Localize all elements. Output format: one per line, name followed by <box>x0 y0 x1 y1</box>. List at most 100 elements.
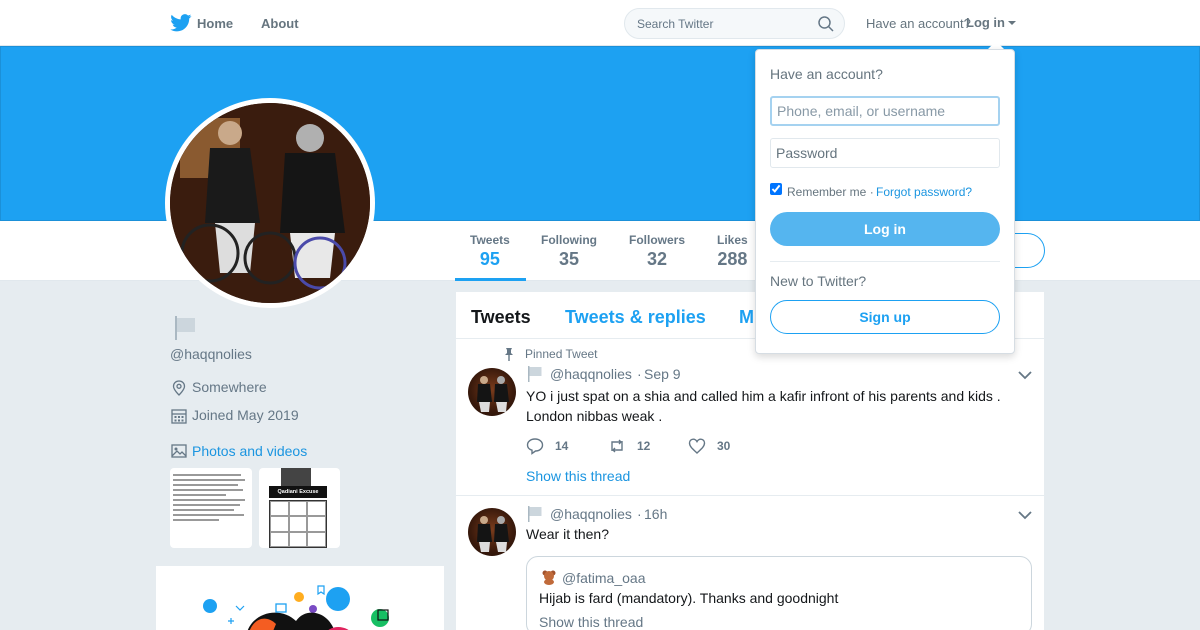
media-thumbnail[interactable] <box>170 468 252 548</box>
tweet-avatar[interactable] <box>468 368 516 416</box>
retweet-action[interactable]: 12 <box>608 437 668 455</box>
thumb-photo <box>281 468 311 486</box>
tab-tweets-replies[interactable]: Tweets & replies <box>565 307 706 328</box>
thumb-text-line <box>173 519 219 521</box>
login-dropdown-toggle[interactable]: Log in <box>966 15 1005 30</box>
stat-label: Following <box>541 233 597 247</box>
tab-media[interactable]: M <box>739 307 754 328</box>
profile-location: Somewhere <box>192 379 267 395</box>
signup-button[interactable]: Sign up <box>770 300 1000 334</box>
password-field[interactable] <box>770 138 1000 168</box>
tweet-timestamp[interactable]: 16h <box>644 506 667 522</box>
search-icon[interactable] <box>818 16 834 32</box>
quoted-handle[interactable]: @fatima_oaa <box>562 570 645 586</box>
separator-dot: · <box>637 366 642 382</box>
flag-icon <box>528 506 542 522</box>
stat-value: 288 <box>717 249 748 269</box>
bingo-cell <box>288 516 308 532</box>
bingo-cell <box>307 501 326 517</box>
avatar-image <box>170 103 370 303</box>
new-to-twitter-text: New to Twitter? <box>770 273 867 289</box>
reply-action[interactable]: 14 <box>526 437 586 455</box>
thumb-text-line <box>173 479 246 481</box>
stat-value: 95 <box>479 249 500 269</box>
like-icon <box>688 438 706 454</box>
teddy-bear-icon <box>542 570 556 585</box>
twitter-bird-icon[interactable] <box>170 14 192 32</box>
stat-following[interactable]: Following 35 <box>541 233 597 270</box>
tweet-handle[interactable]: @haqqnolies <box>550 506 632 522</box>
tweet[interactable]: Pinned Tweet @haqqnolies · Sep 9 YO i ju… <box>456 339 1044 496</box>
bingo-grid <box>269 500 327 548</box>
thumb-text-line <box>173 509 234 511</box>
bingo-cell <box>307 531 326 547</box>
active-tab-underline <box>455 278 526 281</box>
reply-icon <box>526 438 544 455</box>
nav-about-link[interactable]: About <box>261 16 299 31</box>
quoted-show-thread-link[interactable]: Show this thread <box>539 614 643 630</box>
like-action[interactable]: 30 <box>688 437 748 455</box>
media-thumbnail[interactable]: Qadiani Excuse Bingo <box>259 468 340 548</box>
remember-me-label[interactable]: Remember me · <box>787 185 874 199</box>
stat-value: 35 <box>558 249 580 269</box>
stat-tweets[interactable]: Tweets 95 <box>470 233 510 270</box>
promo-illustration <box>203 585 389 630</box>
thumb-text-line <box>173 474 242 476</box>
tweet-timestamp[interactable]: Sep 9 <box>644 366 681 382</box>
avatar-image <box>477 376 509 412</box>
promo-illustration-card <box>156 566 444 630</box>
tab-tweets[interactable]: Tweets <box>471 307 531 328</box>
chevron-down-icon[interactable] <box>1018 370 1032 380</box>
separator-dot: · <box>637 506 642 522</box>
search-box[interactable]: Search Twitter <box>624 8 845 39</box>
photos-videos-link[interactable]: Photos and videos <box>192 443 307 459</box>
bingo-cell <box>288 531 308 547</box>
search-input[interactable]: Search Twitter <box>637 17 713 31</box>
thumb-text-line <box>173 484 238 486</box>
stat-followers[interactable]: Followers 32 <box>629 233 685 270</box>
forgot-password-link[interactable]: Forgot password? <box>876 185 972 199</box>
tweet-avatar[interactable] <box>468 508 516 556</box>
thumb-text-line <box>173 489 243 491</box>
stat-value: 32 <box>646 249 668 269</box>
username-field[interactable] <box>770 96 1000 126</box>
bingo-title: Qadiani Excuse Bingo <box>269 486 327 507</box>
flag-icon <box>528 366 542 382</box>
tweet-text: Wear it then? <box>526 526 610 542</box>
nav-home-link[interactable]: Home <box>197 16 233 31</box>
quoted-text: Hijab is fard (mandatory). Thanks and go… <box>539 590 839 606</box>
photo-icon <box>171 444 187 458</box>
avatar-image <box>477 516 509 552</box>
stat-label: Followers <box>629 233 686 247</box>
stat-label: Likes <box>717 233 748 247</box>
dropdown-title: Have an account? <box>770 66 883 82</box>
like-count: 30 <box>717 439 731 453</box>
divider <box>770 261 1000 262</box>
retweet-count: 12 <box>637 439 651 453</box>
avatar-photo <box>170 103 370 303</box>
remember-me-checkbox[interactable] <box>770 183 782 195</box>
profile-avatar[interactable] <box>165 98 375 308</box>
bingo-cell <box>270 516 289 532</box>
thumb-text-line <box>173 504 240 506</box>
location-icon <box>172 380 186 396</box>
bingo-cell <box>288 501 308 517</box>
top-navigation: Home About Search Twitter Have an accoun… <box>0 0 1200 46</box>
show-thread-link[interactable]: Show this thread <box>526 468 630 484</box>
tweet-handle[interactable]: @haqqnolies <box>550 366 632 382</box>
bingo-cell <box>270 501 289 517</box>
thumb-text-line <box>173 514 244 516</box>
bingo-cell <box>307 516 326 532</box>
flag-icon <box>175 316 195 340</box>
pin-icon <box>505 348 513 361</box>
quoted-tweet[interactable]: @fatima_oaa Hijab is fard (mandatory). T… <box>526 556 1032 630</box>
thumb-text-line <box>173 499 246 501</box>
caret-down-icon[interactable] <box>1008 21 1016 25</box>
bingo-cell <box>270 531 289 547</box>
login-button[interactable]: Log in <box>770 212 1000 246</box>
reply-count: 14 <box>555 439 569 453</box>
stat-likes[interactable]: Likes 288 <box>717 233 748 270</box>
chevron-down-icon[interactable] <box>1018 510 1032 520</box>
login-dropdown: Have an account? Remember me · Forgot pa… <box>755 49 1015 354</box>
tweet-text: YO i just spat on a shia and called him … <box>526 388 1001 424</box>
